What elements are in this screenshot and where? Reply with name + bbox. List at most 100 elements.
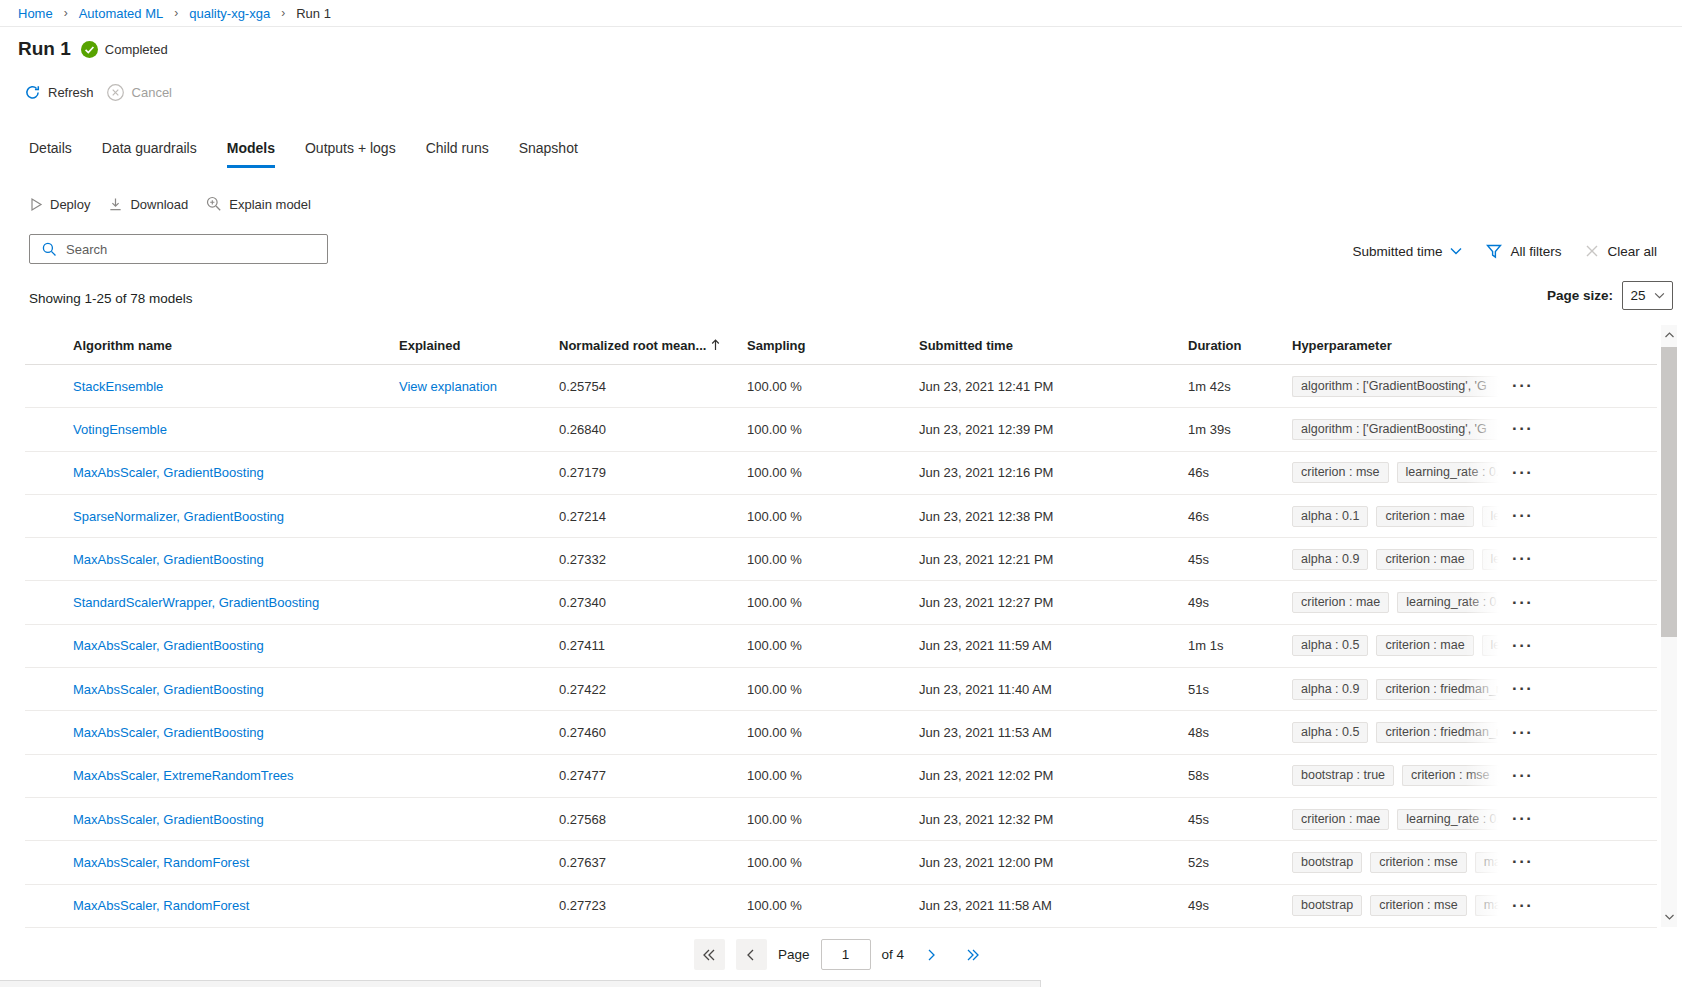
hyperparameter-pill: algorithm : ['GradientBoosting', 'G [1292, 376, 1507, 397]
submitted-time-filter[interactable]: Submitted time [1352, 244, 1462, 259]
table-row[interactable]: StackEnsembleView explanation0.25754100.… [25, 365, 1657, 408]
sampling-value: 100.00 % [747, 755, 802, 797]
scroll-up-arrow-icon[interactable] [1661, 327, 1677, 343]
hyperparameter-pill: max [1475, 895, 1507, 916]
table-row[interactable]: MaxAbsScaler, ExtremeRandomTrees0.274771… [25, 755, 1657, 798]
more-options-icon[interactable]: ··· [1512, 668, 1533, 710]
metric-value: 0.27214 [559, 495, 606, 537]
hyperparameter-pill: bootstrap : true [1292, 765, 1394, 786]
results-summary: Showing 1-25 of 78 models [29, 291, 193, 306]
search-box[interactable] [29, 234, 328, 264]
more-options-icon[interactable]: ··· [1512, 841, 1533, 883]
first-page-button[interactable] [694, 939, 725, 970]
tab-snapshot[interactable]: Snapshot [519, 140, 578, 168]
deploy-button[interactable]: Deploy [29, 197, 90, 212]
metric-value: 0.26840 [559, 408, 606, 450]
table-row[interactable]: MaxAbsScaler, GradientBoosting0.27332100… [25, 538, 1657, 581]
column-header-normalized-root-mean[interactable]: Normalized root mean... [559, 325, 720, 365]
algorithm-name-link[interactable]: SparseNormalizer, GradientBoosting [73, 495, 284, 537]
table-row[interactable]: StandardScalerWrapper, GradientBoosting 0… [25, 581, 1657, 624]
hyperparameter-pills: criterion : mselearning_rate : 0.0 [1292, 452, 1507, 494]
table-row[interactable]: VotingEnsemble0.26840100.00 %Jun 23, 202… [25, 408, 1657, 451]
breadcrumb-automated-ml[interactable]: Automated ML [79, 6, 164, 21]
breadcrumb-experiment[interactable]: quality-xg-xga [189, 6, 270, 21]
table-row[interactable]: MaxAbsScaler, GradientBoosting0.27460100… [25, 711, 1657, 754]
algorithm-name-link[interactable]: MaxAbsScaler, GradientBoosting [73, 798, 264, 840]
more-options-icon[interactable]: ··· [1512, 755, 1533, 797]
table-row[interactable]: MaxAbsScaler, GradientBoosting0.27568100… [25, 798, 1657, 841]
vertical-scrollbar[interactable] [1661, 325, 1677, 927]
column-header-sampling[interactable]: Sampling [747, 325, 806, 365]
table-row[interactable]: SparseNormalizer, GradientBoosting 0.2721… [25, 495, 1657, 538]
hyperparameter-pill: criterion : mae [1292, 809, 1389, 830]
clear-all-button[interactable]: Clear all [1585, 244, 1657, 259]
table-header: Algorithm name Explained Normalized root… [25, 325, 1657, 365]
tab-models[interactable]: Models [227, 140, 275, 168]
algorithm-name-link[interactable]: MaxAbsScaler, GradientBoosting [73, 452, 264, 494]
view-explanation-link[interactable]: View explanation [399, 365, 497, 407]
metric-value: 0.27637 [559, 841, 606, 883]
algorithm-name-link[interactable]: MaxAbsScaler, ExtremeRandomTrees [73, 755, 294, 797]
algorithm-name-link[interactable]: MaxAbsScaler, RandomForest [73, 841, 249, 883]
algorithm-name-link[interactable]: MaxAbsScaler, RandomForest [73, 885, 249, 927]
breadcrumb-home[interactable]: Home [18, 6, 53, 21]
tab-details[interactable]: Details [29, 140, 72, 168]
more-options-icon[interactable]: ··· [1512, 798, 1533, 840]
algorithm-name-link[interactable]: StandardScalerWrapper, GradientBoosting [73, 581, 319, 623]
sampling-value: 100.00 % [747, 408, 802, 450]
cancel-button[interactable]: Cancel [107, 84, 172, 101]
more-options-icon[interactable]: ··· [1512, 408, 1533, 450]
column-header-explained[interactable]: Explained [399, 325, 460, 365]
scroll-down-arrow-icon[interactable] [1661, 909, 1677, 925]
duration-value: 58s [1188, 755, 1209, 797]
column-header-submitted-time[interactable]: Submitted time [919, 325, 1013, 365]
download-button[interactable]: Download [108, 197, 188, 212]
more-options-icon[interactable]: ··· [1512, 885, 1533, 927]
vertical-scrollbar-thumb[interactable] [1661, 347, 1677, 637]
more-options-icon[interactable]: ··· [1512, 495, 1533, 537]
page-size-value: 25 [1630, 288, 1645, 303]
tab-child-runs[interactable]: Child runs [426, 140, 489, 168]
all-filters-button[interactable]: All filters [1486, 244, 1561, 259]
algorithm-name-link[interactable]: VotingEnsemble [73, 408, 167, 450]
duration-value: 46s [1188, 452, 1209, 494]
more-options-icon[interactable]: ··· [1512, 365, 1533, 407]
column-header-algorithm-name[interactable]: Algorithm name [73, 325, 172, 365]
more-options-icon[interactable]: ··· [1512, 581, 1533, 623]
algorithm-name-link[interactable]: MaxAbsScaler, GradientBoosting [73, 668, 264, 710]
more-options-icon[interactable]: ··· [1512, 625, 1533, 667]
tab-data-guardrails[interactable]: Data guardrails [102, 140, 197, 168]
table-row[interactable]: MaxAbsScaler, GradientBoosting0.27411100… [25, 625, 1657, 668]
search-input[interactable] [66, 242, 296, 257]
page-number-input[interactable] [821, 939, 871, 970]
horizontal-scrollbar-thumb[interactable] [0, 980, 1041, 987]
submitted-time-filter-label: Submitted time [1352, 244, 1442, 259]
algorithm-name-link[interactable]: StackEnsemble [73, 365, 163, 407]
table-row[interactable]: MaxAbsScaler, GradientBoosting0.27422100… [25, 668, 1657, 711]
submitted-time-value: Jun 23, 2021 12:16 PM [919, 452, 1053, 494]
next-page-button[interactable] [915, 939, 946, 970]
last-page-button[interactable] [957, 939, 988, 970]
status-label: Completed [105, 42, 168, 57]
table-row[interactable]: MaxAbsScaler, RandomForest0.27637100.00 … [25, 841, 1657, 884]
column-header-hyperparameter[interactable]: Hyperparameter [1292, 325, 1392, 365]
more-options-icon[interactable]: ··· [1512, 452, 1533, 494]
page-size-select[interactable]: 25 [1622, 281, 1673, 310]
explain-model-button[interactable]: Explain model [206, 196, 311, 212]
table-row[interactable]: MaxAbsScaler, GradientBoosting0.27179100… [25, 452, 1657, 495]
refresh-button[interactable]: Refresh [25, 85, 94, 100]
column-header-duration[interactable]: Duration [1188, 325, 1241, 365]
algorithm-name-link[interactable]: MaxAbsScaler, GradientBoosting [73, 625, 264, 667]
sort-ascending-icon [711, 339, 720, 351]
more-options-icon[interactable]: ··· [1512, 711, 1533, 753]
table-row[interactable]: MaxAbsScaler, RandomForest0.27723100.00 … [25, 885, 1657, 928]
algorithm-name-link[interactable]: MaxAbsScaler, GradientBoosting [73, 538, 264, 580]
hyperparameter-pill: learning_rate : 0.0 [1397, 462, 1508, 483]
metric-value: 0.27340 [559, 581, 606, 623]
tab-outputs-logs[interactable]: Outputs + logs [305, 140, 396, 168]
sampling-value: 100.00 % [747, 625, 802, 667]
algorithm-name-link[interactable]: MaxAbsScaler, GradientBoosting [73, 711, 264, 753]
previous-page-button[interactable] [736, 939, 767, 970]
more-options-icon[interactable]: ··· [1512, 538, 1533, 580]
page-title: Run 1 [18, 38, 71, 60]
